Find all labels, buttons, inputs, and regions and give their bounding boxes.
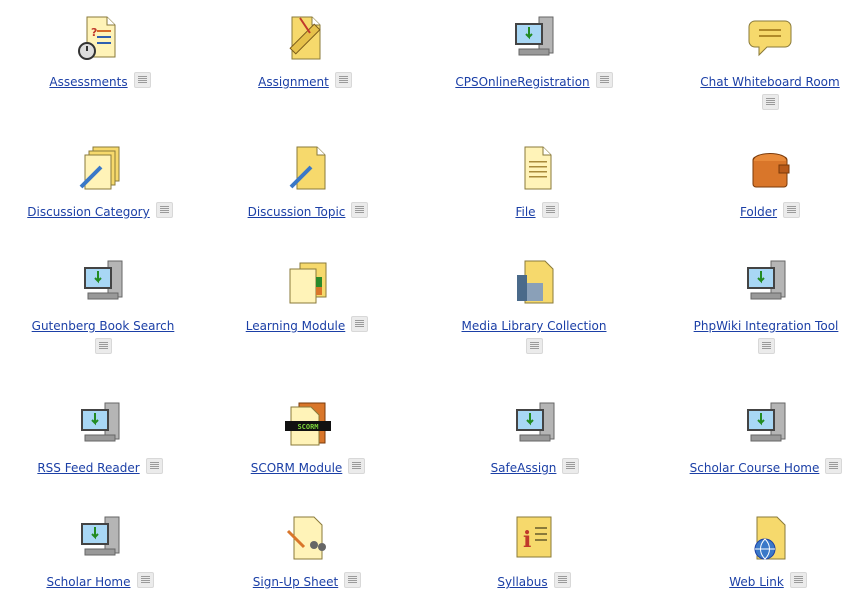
syllabus-badge-text: i [523, 527, 531, 553]
media-library-icon[interactable] [508, 256, 560, 308]
svg-text:?: ? [91, 26, 97, 39]
tool-item-chat-whiteboard-room: Chat Whiteboard Room [670, 12, 866, 110]
options-menu-icon[interactable] [757, 338, 775, 354]
discussion-category-icon[interactable] [74, 142, 126, 194]
assignment-icon[interactable] [279, 12, 331, 64]
learning-module-icon[interactable] [281, 256, 333, 308]
options-menu-icon[interactable] [133, 72, 151, 88]
tool-item-web-link: Web Link [668, 512, 866, 592]
tool-link[interactable]: Discussion Topic [248, 205, 346, 219]
tool-link[interactable]: Chat Whiteboard Room [700, 75, 839, 89]
options-menu-icon[interactable] [525, 338, 543, 354]
options-menu-icon[interactable] [348, 458, 366, 474]
tool-link[interactable]: RSS Feed Reader [37, 461, 139, 475]
options-menu-icon[interactable] [334, 72, 352, 88]
tool-link[interactable]: SafeAssign [491, 461, 557, 475]
folder-icon[interactable] [744, 142, 796, 194]
tool-link[interactable]: Assessments [49, 75, 127, 89]
tool-link[interactable]: Media Library Collection [462, 319, 607, 333]
tool-item-discussion-category: Discussion Category [0, 142, 200, 222]
tool-link[interactable]: Gutenberg Book Search [32, 319, 175, 333]
options-menu-icon[interactable] [351, 316, 369, 332]
tool-item-cpsonlineregistration: CPSOnlineRegistration [434, 12, 634, 92]
assessment-icon[interactable]: ? [74, 12, 126, 64]
tool-item-learning-module: Learning Module [207, 256, 407, 336]
file-icon[interactable] [511, 142, 563, 194]
tool-link[interactable]: SCORM Module [251, 461, 343, 475]
tool-grid: ? Assessments Assignment CPSOnlineRegist… [0, 0, 866, 589]
options-menu-icon[interactable] [351, 202, 369, 218]
tool-link[interactable]: CPSOnlineRegistration [455, 75, 589, 89]
tool-item-media-library-collection: Media Library Collection [434, 256, 634, 354]
tool-item-scholar-home: Scholar Home [0, 512, 200, 592]
tool-item-assignment: Assignment [205, 12, 405, 92]
computer-tool-icon[interactable] [508, 12, 560, 64]
tool-item-phpwiki-integration-tool: PhpWiki Integration Tool [666, 256, 866, 354]
computer-tool-icon[interactable] [740, 256, 792, 308]
tool-item-file: File [437, 142, 637, 222]
tool-link[interactable]: Syllabus [497, 575, 547, 589]
syllabus-icon[interactable]: i [508, 512, 560, 564]
tool-link[interactable]: Sign-Up Sheet [253, 575, 338, 589]
tool-item-sign-up-sheet: Sign-Up Sheet [207, 512, 407, 592]
tool-item-discussion-topic: Discussion Topic [208, 142, 408, 222]
tool-link[interactable]: Discussion Category [27, 205, 149, 219]
tool-item-syllabus: i Syllabus [434, 512, 634, 592]
options-menu-icon[interactable] [562, 458, 580, 474]
tool-item-safeassign: SafeAssign [435, 398, 635, 478]
tool-link[interactable]: PhpWiki Integration Tool [694, 319, 839, 333]
tool-link[interactable]: Scholar Home [46, 575, 130, 589]
chat-bubble-icon[interactable] [744, 12, 796, 64]
options-menu-icon[interactable] [155, 202, 173, 218]
tool-link[interactable]: Assignment [258, 75, 329, 89]
scorm-icon[interactable]: SCORM [282, 398, 334, 450]
options-menu-icon[interactable] [541, 202, 559, 218]
tool-link[interactable]: Scholar Course Home [690, 461, 820, 475]
web-link-icon[interactable] [742, 512, 794, 564]
tool-item-rss-feed-reader: RSS Feed Reader [0, 398, 200, 478]
tool-item-assessments: ? Assessments [0, 12, 200, 92]
scorm-badge-text: SCORM [297, 423, 318, 431]
computer-tool-icon[interactable] [509, 398, 561, 450]
tool-item-scorm-module: SCORM SCORM Module [208, 398, 408, 478]
tool-item-folder: Folder [670, 142, 866, 222]
options-menu-icon[interactable] [595, 72, 613, 88]
computer-tool-icon[interactable] [77, 256, 129, 308]
signup-sheet-icon[interactable] [281, 512, 333, 564]
tool-link[interactable]: Learning Module [246, 319, 346, 333]
tool-link[interactable]: Web Link [729, 575, 784, 589]
tool-item-gutenberg-book-search: Gutenberg Book Search [3, 256, 203, 354]
options-menu-icon[interactable] [761, 94, 779, 110]
computer-tool-icon[interactable] [74, 512, 126, 564]
computer-tool-icon[interactable] [740, 398, 792, 450]
options-menu-icon[interactable] [94, 338, 112, 354]
tool-link[interactable]: Folder [740, 205, 777, 219]
computer-tool-icon[interactable] [74, 398, 126, 450]
options-menu-icon[interactable] [825, 458, 843, 474]
discussion-topic-icon[interactable] [282, 142, 334, 194]
options-menu-icon[interactable] [145, 458, 163, 474]
options-menu-icon[interactable] [783, 202, 801, 218]
tool-item-scholar-course-home: Scholar Course Home [666, 398, 866, 478]
tool-link[interactable]: File [515, 205, 535, 219]
